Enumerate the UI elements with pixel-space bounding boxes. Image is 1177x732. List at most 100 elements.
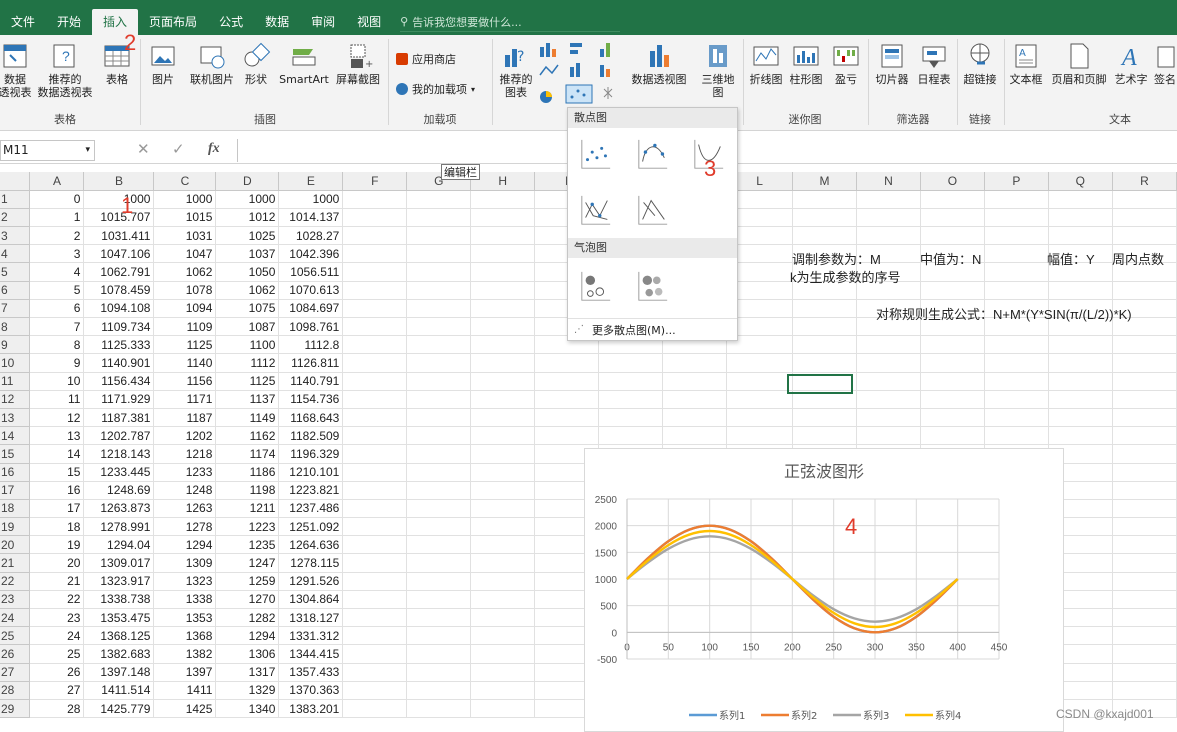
cell[interactable]: 1174 [215, 444, 280, 464]
cell[interactable] [792, 299, 857, 319]
cell[interactable]: 1140.791 [278, 372, 344, 391]
cell[interactable] [662, 353, 728, 373]
column-header[interactable]: C [153, 172, 217, 191]
column-header[interactable]: P [984, 172, 1049, 191]
cell[interactable] [406, 335, 472, 355]
cell[interactable] [342, 190, 408, 209]
cell[interactable]: 1000 [153, 190, 217, 209]
sine-chart[interactable]: 正弦波图形25002000150010005000-50005010015020… [584, 448, 1064, 732]
cell[interactable]: 1028.27 [278, 226, 344, 246]
cell[interactable]: 1338.738 [83, 590, 155, 610]
cell[interactable]: 1353.475 [83, 608, 155, 628]
cell[interactable] [598, 353, 664, 373]
cell[interactable]: 1015 [153, 208, 217, 228]
cell[interactable]: 1112 [215, 353, 280, 373]
pivot-table-button[interactable]: 数据 透视表 [0, 41, 32, 99]
cell[interactable] [1112, 226, 1177, 246]
cell[interactable] [1112, 608, 1177, 628]
enter-icon[interactable]: ✓ [172, 140, 185, 158]
cell[interactable] [406, 517, 472, 537]
column-header[interactable]: D [215, 172, 280, 191]
cell[interactable] [856, 372, 921, 391]
cell[interactable] [406, 317, 472, 337]
cell[interactable]: 1370.363 [278, 681, 344, 700]
cell[interactable]: 1202 [153, 426, 217, 446]
cell[interactable]: 25 [29, 644, 85, 664]
cell[interactable] [342, 408, 408, 428]
cell[interactable]: 1294.04 [83, 535, 155, 555]
row-header[interactable]: 2 [0, 208, 31, 228]
cell[interactable]: 1187 [153, 408, 217, 428]
fx-icon[interactable]: fx [208, 141, 220, 157]
cell[interactable]: 1344.415 [278, 644, 344, 664]
cell[interactable] [342, 353, 408, 373]
cell[interactable]: 1187.381 [83, 408, 155, 428]
cell[interactable] [792, 408, 857, 428]
cell[interactable] [920, 353, 985, 373]
cell[interactable] [470, 262, 536, 282]
row-header[interactable]: 16 [0, 463, 31, 482]
cell[interactable] [598, 426, 664, 446]
wordart-button[interactable]: A 艺术字 [1112, 41, 1150, 86]
cell[interactable] [534, 372, 600, 391]
more-scatter-option[interactable]: ⋰ 更多散点图(M)... [568, 318, 737, 340]
cell[interactable] [342, 553, 408, 573]
cell[interactable]: 1397 [153, 663, 217, 682]
cell[interactable]: 1126.811 [278, 353, 344, 373]
cell[interactable]: 1425 [153, 699, 217, 719]
cell[interactable]: 1411.514 [83, 681, 155, 700]
cell[interactable] [470, 426, 536, 446]
cell[interactable] [792, 208, 857, 228]
cell[interactable] [470, 681, 536, 700]
cell[interactable]: 1397.148 [83, 663, 155, 682]
cell[interactable]: 5 [29, 281, 85, 300]
store-button[interactable]: 应用商店 [396, 51, 456, 67]
cell[interactable] [1048, 426, 1113, 446]
cell[interactable]: 24 [29, 626, 85, 646]
cell[interactable]: 1 [29, 208, 85, 228]
cell[interactable]: 6 [29, 299, 85, 319]
cell[interactable] [470, 244, 536, 264]
cell[interactable]: 14 [29, 444, 85, 464]
cell[interactable]: 1223.821 [278, 481, 344, 500]
cell[interactable] [470, 572, 536, 591]
cell[interactable]: 1182.509 [278, 426, 344, 446]
cell[interactable] [470, 644, 536, 664]
cell[interactable]: 1247 [215, 553, 280, 573]
cell[interactable] [856, 408, 921, 428]
row-header[interactable]: 5 [0, 262, 31, 282]
cell[interactable] [1112, 590, 1177, 610]
cell[interactable] [920, 208, 985, 228]
cell[interactable]: 1306 [215, 644, 280, 664]
cell[interactable]: 1304.864 [278, 590, 344, 610]
cell[interactable] [1112, 390, 1177, 409]
cell[interactable]: 18 [29, 517, 85, 537]
cell[interactable]: 0 [29, 190, 85, 209]
cell[interactable]: 1411 [153, 681, 217, 700]
cell[interactable]: 1140 [153, 353, 217, 373]
cell[interactable] [406, 262, 472, 282]
cell[interactable]: 1317 [215, 663, 280, 682]
row-header[interactable]: 19 [0, 517, 31, 537]
my-addins-button[interactable]: 我的加载项 ▾ [396, 81, 475, 97]
cell[interactable] [406, 281, 472, 300]
cell[interactable]: 1125.333 [83, 335, 155, 355]
cell[interactable]: 1047 [153, 244, 217, 264]
cell[interactable]: 1383.201 [278, 699, 344, 719]
cell[interactable]: 1263.873 [83, 499, 155, 519]
cell[interactable] [470, 535, 536, 555]
cell[interactable]: 1198 [215, 481, 280, 500]
cell[interactable] [470, 372, 536, 391]
cell[interactable]: 1353 [153, 608, 217, 628]
cell[interactable] [1112, 644, 1177, 664]
cell[interactable] [470, 608, 536, 628]
cell[interactable] [1048, 208, 1113, 228]
cell[interactable] [792, 226, 857, 246]
cell[interactable]: 1031.411 [83, 226, 155, 246]
cell[interactable]: 12 [29, 408, 85, 428]
smartart-button[interactable]: SmartArt [275, 41, 333, 86]
cell[interactable]: 1210.101 [278, 463, 344, 482]
cell[interactable] [792, 335, 857, 355]
cell[interactable]: 1248 [153, 481, 217, 500]
cell[interactable]: 1331.312 [278, 626, 344, 646]
